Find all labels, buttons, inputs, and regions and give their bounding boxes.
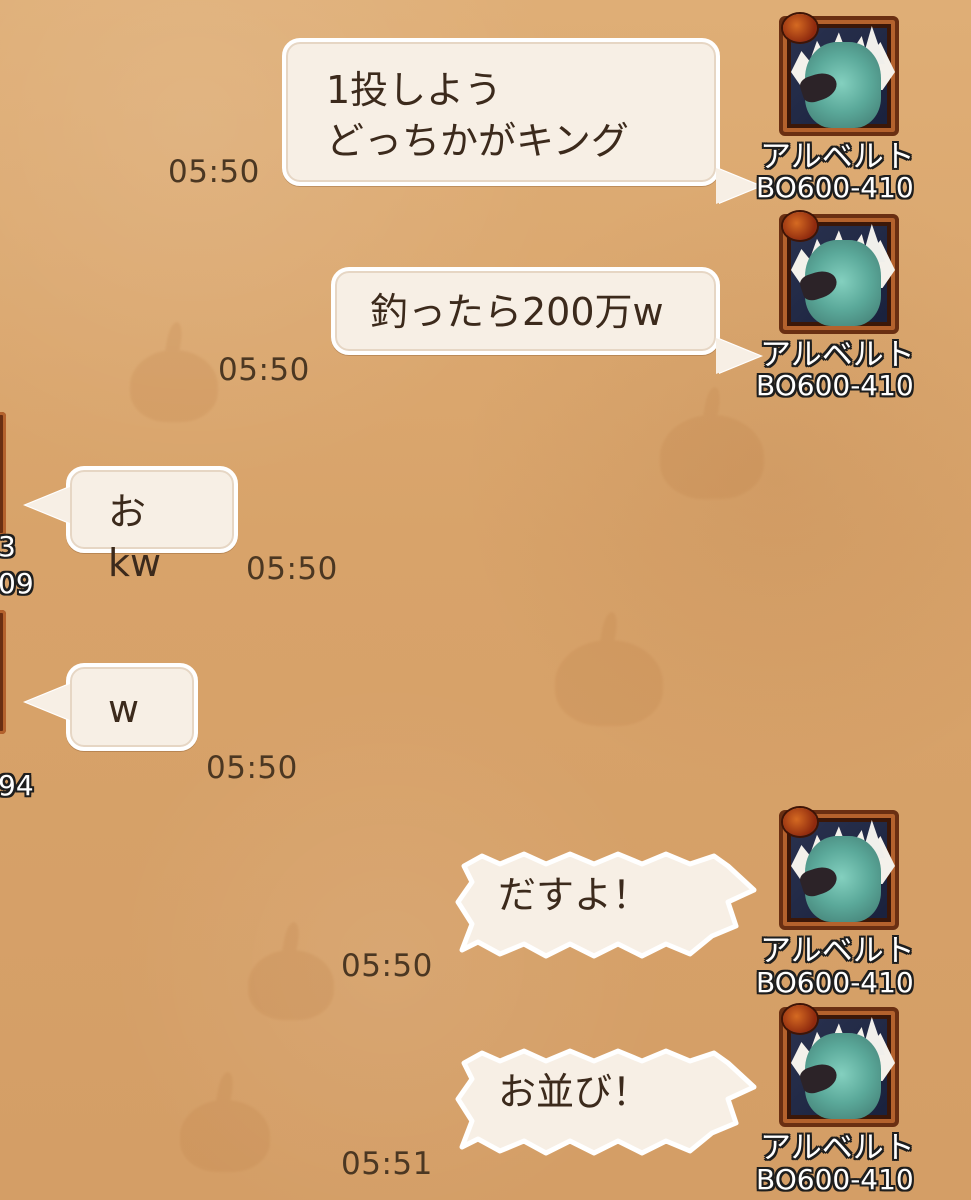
- message-text: お並び！: [498, 1070, 651, 1114]
- message-text: 1投しよう どっちかがキング: [326, 68, 629, 164]
- pumpkin-badge-icon: [783, 14, 817, 42]
- message-bubble[interactable]: 1投しよう どっちかがキング: [282, 38, 720, 186]
- user-avatar[interactable]: [779, 808, 899, 932]
- background-slime-shape: [130, 350, 218, 422]
- pumpkin-badge-icon: [783, 808, 817, 836]
- user-avatar[interactable]: [779, 212, 899, 336]
- message-time: 05:50: [218, 352, 310, 388]
- background-slime-shape: [180, 1100, 270, 1172]
- background-slime-shape: [660, 415, 764, 499]
- message-time: 05:50: [341, 948, 433, 984]
- message-text: おkw: [108, 490, 162, 586]
- message-text: w: [108, 687, 140, 731]
- message-text: だすよ！: [498, 873, 651, 917]
- avatar-id: BO600-410: [756, 1163, 914, 1196]
- pumpkin-badge-icon: [783, 212, 817, 240]
- avatar-name: アルベルト: [760, 1130, 915, 1166]
- avatar-name: アルベルト: [760, 139, 915, 175]
- pumpkin-badge-icon: [783, 1005, 817, 1033]
- avatar-id: BO600-410: [756, 369, 914, 402]
- avatar-id: BO600-410: [756, 171, 914, 204]
- message-time: 05:50: [246, 551, 338, 587]
- message-time: 05:50: [206, 750, 298, 786]
- message-time: 05:50: [168, 154, 260, 190]
- background-slime-shape: [555, 640, 663, 726]
- user-avatar[interactable]: [779, 14, 899, 138]
- left-avatar-id: 3: [0, 530, 16, 563]
- avatar-id: BO600-410: [756, 966, 914, 999]
- left-avatar-id: 94: [0, 769, 34, 802]
- message-text: 釣ったら200万w: [370, 290, 664, 334]
- message-bubble[interactable]: 釣ったら200万w: [331, 267, 720, 355]
- left-avatar-frame[interactable]: [0, 610, 6, 734]
- message-bubble[interactable]: だすよ！: [454, 850, 774, 960]
- message-bubble[interactable]: お並び！: [454, 1047, 774, 1157]
- avatar-name: アルベルト: [760, 337, 915, 373]
- message-bubble[interactable]: w: [66, 663, 198, 751]
- left-avatar-id: 09: [0, 567, 34, 600]
- message-time: 05:51: [341, 1146, 433, 1182]
- message-bubble[interactable]: おkw: [66, 466, 238, 585]
- avatar-name: アルベルト: [760, 933, 915, 969]
- background-slime-shape: [248, 950, 334, 1020]
- user-avatar[interactable]: [779, 1005, 899, 1129]
- left-avatar-frame[interactable]: [0, 412, 6, 536]
